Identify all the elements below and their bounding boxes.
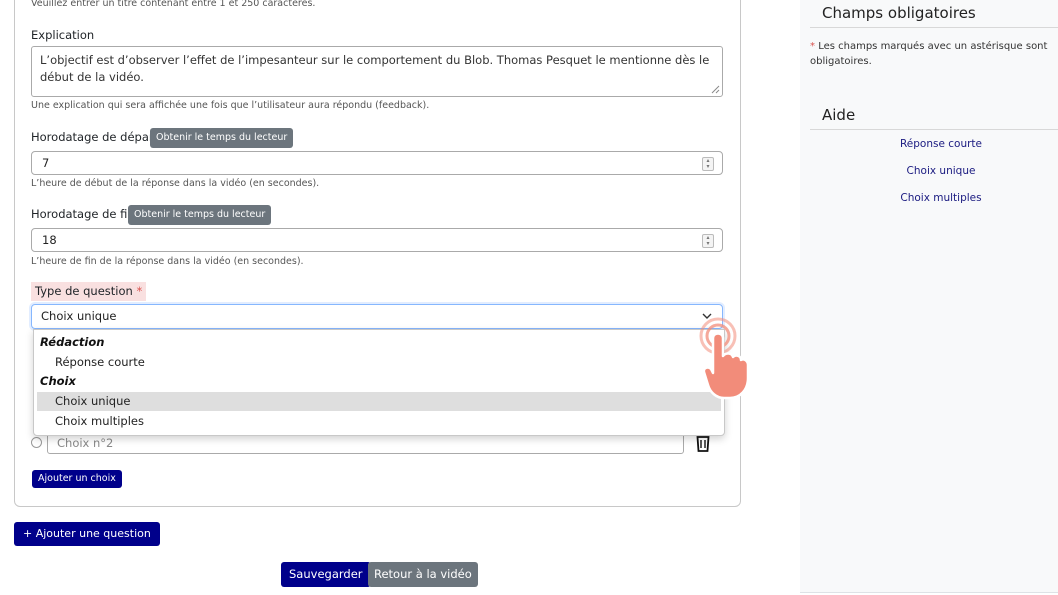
add-choice-button[interactable]: Ajouter un choix (32, 470, 122, 488)
explanation-value: L’objectif est d’observer l’effet de l’i… (40, 53, 710, 84)
choice-2-placeholder: Choix n°2 (57, 436, 114, 450)
help-link-choix-multiples[interactable]: Choix multiples (800, 192, 1058, 204)
end-timestamp-input[interactable]: 18 ▴ ▾ (31, 228, 723, 252)
number-spinner-icon[interactable]: ▴ ▾ (702, 234, 714, 248)
option-group-choix: Choix (40, 374, 76, 388)
help-link-choix-unique[interactable]: Choix unique (800, 165, 1058, 177)
question-type-dropdown: Rédaction Réponse courte Choix Choix uni… (33, 329, 725, 436)
required-fields-title: Champs obligatoires (822, 4, 976, 22)
end-timestamp-label: Horodatage de fin (31, 207, 135, 221)
end-timestamp-help: L’heure de fin de la réponse dans la vid… (31, 256, 304, 267)
tap-hand-cursor-icon (699, 317, 750, 400)
option-choix-multiples[interactable]: Choix multiples (37, 412, 721, 431)
back-to-video-button[interactable]: Retour à la vidéo (368, 562, 478, 587)
explanation-textarea[interactable]: L’objectif est d’observer l’effet de l’i… (31, 46, 723, 97)
sidebar-divider (810, 27, 1058, 28)
sidebar-divider (810, 129, 1058, 130)
option-group-redaction: Rédaction (40, 335, 105, 349)
choice-radio[interactable] (31, 437, 42, 448)
title-help-text: Veuillez entrer un titre contenant entre… (31, 0, 316, 9)
start-timestamp-label: Horodatage de départ (31, 130, 159, 144)
help-title: Aide (822, 106, 856, 124)
option-choix-unique[interactable]: Choix unique (37, 392, 721, 411)
start-timestamp-input[interactable]: 7 ▴ ▾ (31, 151, 723, 175)
start-get-player-time-button[interactable]: Obtenir le temps du lecteur (150, 128, 294, 148)
add-question-button[interactable]: + Ajouter une question (14, 522, 160, 546)
start-timestamp-value: 7 (42, 156, 50, 170)
question-type-label: Type de question * (31, 282, 147, 301)
save-button[interactable]: Sauvegarder (281, 562, 371, 587)
required-asterisk: * (136, 284, 143, 298)
required-asterisk: * (810, 41, 815, 52)
explanation-label: Explication (31, 28, 95, 42)
resize-grip-icon[interactable] (711, 85, 720, 94)
end-get-player-time-button[interactable]: Obtenir le temps du lecteur (128, 205, 272, 225)
option-reponse-courte[interactable]: Réponse courte (37, 353, 721, 372)
explanation-help-text: Une explication qui sera affichée une fo… (31, 100, 430, 111)
start-timestamp-help: L’heure de début de la réponse dans la v… (31, 178, 320, 189)
help-link-reponse-courte[interactable]: Réponse courte (800, 138, 1058, 150)
required-fields-text: * Les champs marqués avec un astérisque … (810, 39, 1050, 69)
question-type-selected-value: Choix unique (41, 309, 117, 323)
question-type-select[interactable]: Choix unique (31, 304, 723, 329)
required-fields-description: Les champs marqués avec un astérisque so… (810, 41, 1048, 67)
number-spinner-icon[interactable]: ▴ ▾ (702, 157, 714, 171)
question-type-label-text: Type de question (35, 284, 133, 298)
end-timestamp-value: 18 (42, 233, 57, 247)
sidebar: Champs obligatoires * Les champs marqués… (800, 0, 1058, 593)
